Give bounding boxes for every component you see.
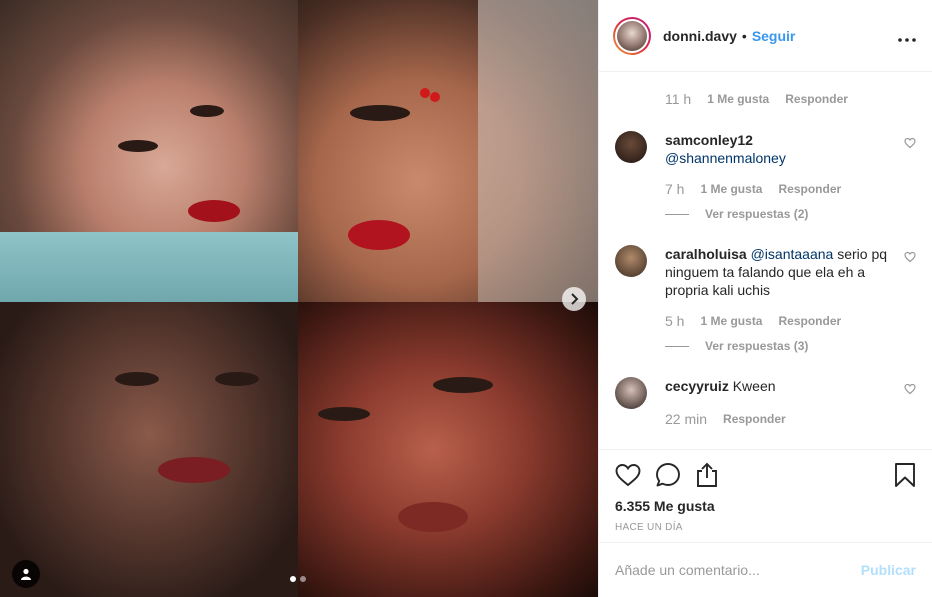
comment-likes[interactable]: 1 Me gusta xyxy=(707,92,769,106)
follow-button[interactable]: Seguir xyxy=(752,28,796,44)
action-icons xyxy=(615,460,916,490)
carousel-dot xyxy=(300,576,306,582)
photo-woman-cherry-eye xyxy=(298,0,598,302)
heart-icon xyxy=(615,464,641,487)
comment-item: caralholuisa @isantaaana serio pq ningue… xyxy=(615,245,916,353)
post-media-carousel[interactable] xyxy=(0,0,598,597)
comment-bubble-icon xyxy=(656,463,680,487)
like-comment-heart-icon[interactable] xyxy=(904,383,916,395)
comment-text: Kween xyxy=(732,378,776,394)
comments-list[interactable]: 11 h 1 Me gusta Responder samconley12 @s… xyxy=(599,73,932,449)
more-dots-icon xyxy=(898,37,916,42)
likes-count[interactable]: 6.355 Me gusta xyxy=(615,498,916,514)
comment-time[interactable]: 5 h xyxy=(665,313,684,329)
post-timestamp[interactable]: HACE UN DÍA xyxy=(615,522,916,533)
reply-button[interactable]: Responder xyxy=(778,182,841,196)
comment-item: cecyyruiz Kween 22 min Responder xyxy=(615,377,916,427)
comment-input[interactable] xyxy=(615,562,861,578)
header-separator: • xyxy=(741,27,747,44)
comment-time[interactable]: 7 h xyxy=(665,181,684,197)
like-comment-heart-icon[interactable] xyxy=(904,137,916,149)
photo-girl-crying xyxy=(0,302,298,597)
comment-meta: 7 h 1 Me gusta Responder xyxy=(665,181,916,197)
share-icon xyxy=(697,462,717,487)
commenter-avatar[interactable] xyxy=(615,245,647,277)
comment-likes[interactable]: 1 Me gusta xyxy=(700,182,762,196)
commenter-avatar[interactable] xyxy=(615,131,647,163)
comment-item: samconley12 @shannenmaloney 7 h 1 Me gus… xyxy=(615,131,916,221)
like-button[interactable] xyxy=(615,463,641,487)
divider-line xyxy=(665,213,689,215)
tagged-users-button[interactable] xyxy=(12,560,40,588)
comment-meta: 5 h 1 Me gusta Responder xyxy=(665,313,916,329)
user-icon xyxy=(21,568,31,580)
post-actions: 6.355 Me gusta HACE UN DÍA xyxy=(599,449,932,533)
photo-woman-pearl-eye xyxy=(298,302,598,597)
reply-button[interactable]: Responder xyxy=(778,314,841,328)
view-replies-button[interactable]: Ver respuestas (2) xyxy=(665,207,916,221)
comment-time[interactable]: 22 min xyxy=(665,411,707,427)
bookmark-icon xyxy=(895,463,915,487)
comment-time[interactable]: 11 h xyxy=(665,91,691,107)
author-username[interactable]: donni.davy xyxy=(663,28,737,44)
more-options-button[interactable] xyxy=(898,27,916,45)
comment-mention[interactable]: @isantaaana xyxy=(751,246,834,262)
photo-girl-cherry-eye xyxy=(0,0,298,302)
commenter-username[interactable]: cecyyruiz xyxy=(665,378,729,394)
author-avatar[interactable] xyxy=(613,16,651,55)
divider-line xyxy=(665,345,689,347)
post-header: donni.davy • Seguir xyxy=(599,0,932,72)
add-comment-bar: Publicar xyxy=(599,542,932,597)
commenter-username[interactable]: samconley12 xyxy=(665,132,753,148)
view-replies-label: Ver respuestas (3) xyxy=(705,339,809,353)
reply-button[interactable]: Responder xyxy=(785,92,848,106)
comment-button[interactable] xyxy=(655,462,681,488)
share-button[interactable] xyxy=(695,462,719,488)
partial-comment-meta: 11 h 1 Me gusta Responder xyxy=(665,91,848,107)
chevron-right-icon xyxy=(571,293,579,305)
comment-likes[interactable]: 1 Me gusta xyxy=(700,314,762,328)
post-side-panel: donni.davy • Seguir 11 h 1 Me gusta Resp… xyxy=(598,0,932,597)
commenter-avatar[interactable] xyxy=(615,377,647,409)
carousel-indicators xyxy=(290,576,306,582)
publish-button[interactable]: Publicar xyxy=(861,562,916,578)
reply-button[interactable]: Responder xyxy=(723,412,786,426)
save-button[interactable] xyxy=(894,462,916,488)
like-comment-heart-icon[interactable] xyxy=(904,251,916,263)
carousel-dot-active xyxy=(290,576,296,582)
view-replies-button[interactable]: Ver respuestas (3) xyxy=(665,339,916,353)
view-replies-label: Ver respuestas (2) xyxy=(705,207,809,221)
comment-mention[interactable]: @shannenmaloney xyxy=(665,150,786,166)
commenter-username[interactable]: caralholuisa xyxy=(665,246,747,262)
comment-meta: 22 min Responder xyxy=(665,411,916,427)
next-slide-button[interactable] xyxy=(562,287,586,311)
